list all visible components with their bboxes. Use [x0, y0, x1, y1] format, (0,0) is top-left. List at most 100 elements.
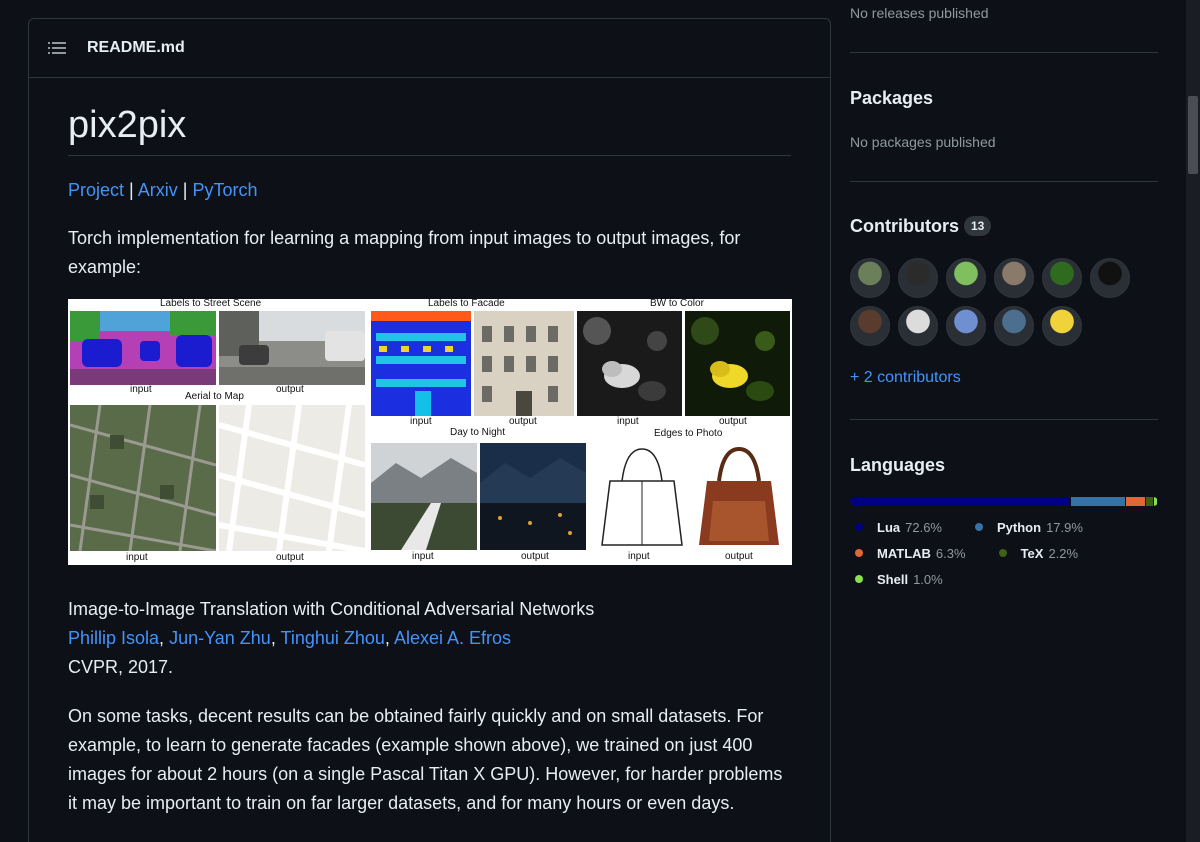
packages-empty-text: No packages published	[850, 134, 996, 150]
language-bar-segment[interactable]	[1146, 497, 1153, 506]
language-item-python[interactable]: Python 17.9%	[970, 514, 1083, 540]
language-bar-segment[interactable]	[1153, 497, 1157, 506]
outline-list-icon[interactable]	[48, 41, 66, 55]
project-links: Project | Arxiv | PyTorch	[68, 176, 791, 205]
contributors-heading[interactable]: Contributors 13	[850, 216, 992, 237]
figure-title-labels-street: Labels to Street Scene	[160, 299, 262, 309]
avatar-person-1-icon[interactable]	[850, 258, 890, 298]
author-separator: ,	[384, 628, 390, 648]
language-item-tex[interactable]: TeX 2.2%	[994, 540, 1078, 566]
language-name: MATLAB	[877, 545, 931, 561]
street-photo-image	[219, 311, 365, 385]
venue-text: CVPR, 2017.	[68, 657, 174, 677]
language-color-dot-icon	[855, 549, 863, 557]
paper-citation: Image-to-Image Translation with Conditio…	[68, 595, 791, 682]
languages-heading: Languages	[850, 455, 946, 475]
night-scene-image	[480, 443, 586, 550]
language-name: Lua	[877, 519, 901, 535]
street-labels-image	[70, 311, 216, 385]
arxiv-link[interactable]: Arxiv	[138, 180, 178, 200]
bag-edges-image	[596, 441, 688, 551]
language-percent: 17.9%	[1046, 519, 1083, 535]
avatar-leaf-icon[interactable]	[1042, 258, 1082, 298]
author-link[interactable]: Tinghui Zhou	[281, 628, 385, 648]
language-bar-segment[interactable]	[850, 497, 1070, 506]
author-link[interactable]: Phillip Isola	[68, 628, 159, 648]
figure-output-label: output	[276, 384, 304, 395]
language-bar-segment[interactable]	[1071, 497, 1126, 506]
packages-heading[interactable]: Packages	[850, 88, 933, 109]
author-link[interactable]: Alexei A. Efros	[394, 628, 511, 648]
avatar-identicon-blue-icon[interactable]	[946, 306, 986, 346]
language-item-shell[interactable]: Shell 1.0%	[850, 566, 943, 592]
readme-content: pix2pix Project | Arxiv | PyTorch Torch …	[29, 103, 830, 818]
more-contributors-link[interactable]: + 2 contributors	[850, 369, 961, 387]
avatar-person-5-icon[interactable]	[994, 306, 1034, 346]
day-scene-image	[371, 443, 477, 550]
example-results-figure[interactable]: Labels to Street Scene input output Aeri…	[68, 299, 792, 565]
readme-card: README.md pix2pix Project | Arxiv | PyTo…	[28, 18, 831, 842]
author-link[interactable]: Jun-Yan Zhu	[169, 628, 271, 648]
scrollbar-thumb[interactable]	[1188, 96, 1198, 174]
figure-input-label: input	[410, 416, 432, 427]
map-output-image	[219, 405, 365, 551]
releases-empty-text: No releases published	[850, 5, 989, 21]
avatar-person-dark-icon[interactable]	[1090, 258, 1130, 298]
language-color-dot-icon	[855, 575, 863, 583]
intro-paragraph: Torch implementation for learning a mapp…	[68, 228, 741, 277]
pytorch-link[interactable]: PyTorch	[192, 180, 257, 200]
link-separator: |	[129, 180, 134, 200]
author-list: Phillip Isola, Jun-Yan Zhu, Tinghui Zhou…	[68, 624, 791, 653]
language-name: Shell	[877, 571, 909, 587]
language-item-matlab[interactable]: MATLAB 6.3%	[850, 540, 966, 566]
facade-photo-image	[474, 311, 574, 416]
figure-output-label: output	[521, 551, 549, 562]
color-flower-image	[685, 311, 790, 416]
readme-filename[interactable]: README.md	[87, 39, 185, 57]
language-percent: 6.3%	[935, 545, 966, 561]
divider	[850, 52, 1158, 53]
avatar-person-4-icon[interactable]	[850, 306, 890, 346]
figure-input-label: input	[130, 384, 152, 395]
figure-title-labels-facade: Labels to Facade	[428, 299, 505, 309]
training-paragraph: On some tasks, decent results can be obt…	[68, 706, 783, 813]
language-item-lua[interactable]: Lua 72.6%	[850, 514, 942, 540]
paper-title: Image-to-Image Translation with Conditio…	[68, 599, 595, 619]
figure-title-aerial-map: Aerial to Map	[185, 391, 244, 402]
avatar-identicon-green-icon[interactable]	[946, 258, 986, 298]
language-name: TeX	[1020, 545, 1044, 561]
figure-title-edges-photo: Edges to Photo	[654, 428, 723, 439]
author-separator: ,	[159, 628, 165, 648]
avatar-minion-icon[interactable]	[1042, 306, 1082, 346]
contributors-title[interactable]: Contributors	[850, 216, 959, 236]
facade-labels-image	[371, 311, 471, 416]
figure-input-label: input	[412, 551, 434, 562]
avatar-person-3-icon[interactable]	[994, 258, 1034, 298]
figure-title-bw-color: BW to Color	[650, 299, 704, 309]
language-percent: 72.6%	[905, 519, 942, 535]
avatar-sketch-icon[interactable]	[898, 306, 938, 346]
figure-output-label: output	[719, 416, 747, 427]
language-percent: 1.0%	[913, 571, 943, 587]
figure-output-label: output	[276, 552, 304, 563]
divider	[850, 181, 1158, 182]
language-usage-bar	[850, 497, 1158, 506]
avatar-person-2-icon[interactable]	[898, 258, 938, 298]
figure-input-label: input	[628, 551, 650, 562]
contributor-avatars	[850, 258, 1130, 346]
link-separator: |	[182, 180, 188, 200]
bag-photo-image	[693, 441, 785, 551]
language-color-dot-icon	[975, 523, 983, 531]
project-link[interactable]: Project	[68, 180, 124, 200]
contributors-count-badge: 13	[963, 216, 992, 236]
figure-input-label: input	[126, 552, 148, 563]
language-name: Python	[997, 519, 1042, 535]
page-scrollbar[interactable]	[1186, 0, 1200, 842]
figure-input-label: input	[617, 416, 639, 427]
aerial-photo-image	[70, 405, 216, 551]
author-separator: ,	[270, 628, 276, 648]
bw-flower-image	[577, 311, 682, 416]
language-color-dot-icon	[998, 549, 1007, 557]
language-bar-segment[interactable]	[1126, 497, 1146, 506]
language-color-dot-icon	[855, 523, 863, 531]
